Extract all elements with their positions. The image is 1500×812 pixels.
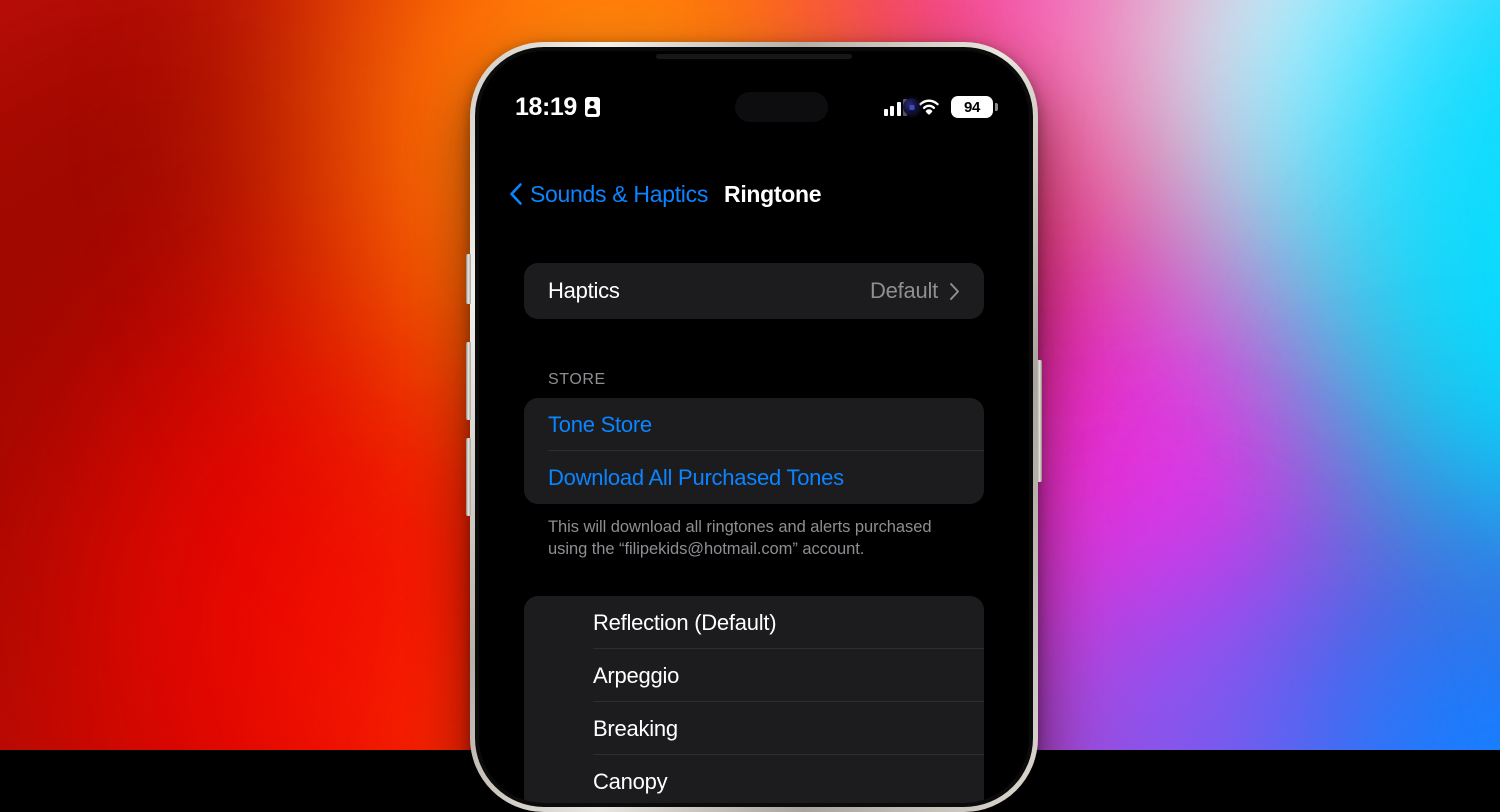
battery-percentage: 94 [964, 99, 980, 116]
volume-down-button[interactable] [466, 438, 471, 516]
settings-content[interactable]: Haptics Default STORE Tone S [479, 225, 1029, 803]
download-all-purchased-tones-label: Download All Purchased Tones [548, 465, 844, 491]
store-card: Tone Store Download All Purchased Tones [524, 398, 984, 504]
chevron-left-icon [509, 182, 523, 206]
wifi-icon [917, 98, 941, 116]
ringtone-label: Canopy [593, 769, 667, 795]
status-bar: 18:19 [479, 51, 1029, 163]
haptics-label: Haptics [548, 278, 620, 304]
list-item[interactable]: Breaking [524, 702, 984, 755]
device-bezel: 18:19 [475, 47, 1033, 807]
store-section: STORE Tone Store Download All Purchased … [479, 371, 1029, 560]
haptics-card: Haptics Default [524, 263, 984, 319]
dynamic-island-area [685, 51, 884, 163]
status-bar-clock: 18:19 [515, 93, 577, 122]
ringtone-label: Reflection (Default) [593, 610, 776, 636]
navigation-bar: Sounds & Haptics Ringtone [479, 163, 1029, 225]
ringtone-label: Breaking [593, 716, 678, 742]
store-footnote: This will download all ringtones and ale… [524, 504, 984, 560]
iphone-device: 18:19 [470, 42, 1038, 812]
ringtone-list-card: Reflection (Default) Arpeggio Breaking C… [524, 596, 984, 803]
haptics-value: Default [870, 278, 938, 304]
list-item[interactable]: Reflection (Default) [524, 596, 984, 649]
chevron-right-icon [949, 282, 960, 301]
power-button[interactable] [1037, 360, 1042, 482]
front-camera-icon [903, 99, 920, 116]
ringtone-label: Arpeggio [593, 663, 679, 689]
action-button[interactable] [466, 254, 471, 304]
contact-badge-icon [585, 97, 600, 117]
page-title: Ringtone [724, 181, 821, 208]
volume-up-button[interactable] [466, 342, 471, 420]
store-section-header: STORE [524, 371, 984, 398]
back-button[interactable]: Sounds & Haptics [509, 181, 708, 208]
device-screen: 18:19 [479, 51, 1029, 803]
tone-store-label: Tone Store [548, 412, 652, 438]
back-button-label: Sounds & Haptics [530, 181, 708, 208]
dynamic-island[interactable] [735, 92, 828, 122]
list-item[interactable]: Arpeggio [524, 649, 984, 702]
haptics-row[interactable]: Haptics Default [524, 263, 984, 319]
status-bar-left: 18:19 [515, 93, 685, 122]
status-bar-right: 94 [884, 96, 994, 118]
battery-icon: 94 [951, 96, 993, 118]
download-all-purchased-tones-row[interactable]: Download All Purchased Tones [524, 451, 984, 504]
list-item[interactable]: Canopy [524, 755, 984, 803]
tone-store-row[interactable]: Tone Store [524, 398, 984, 451]
